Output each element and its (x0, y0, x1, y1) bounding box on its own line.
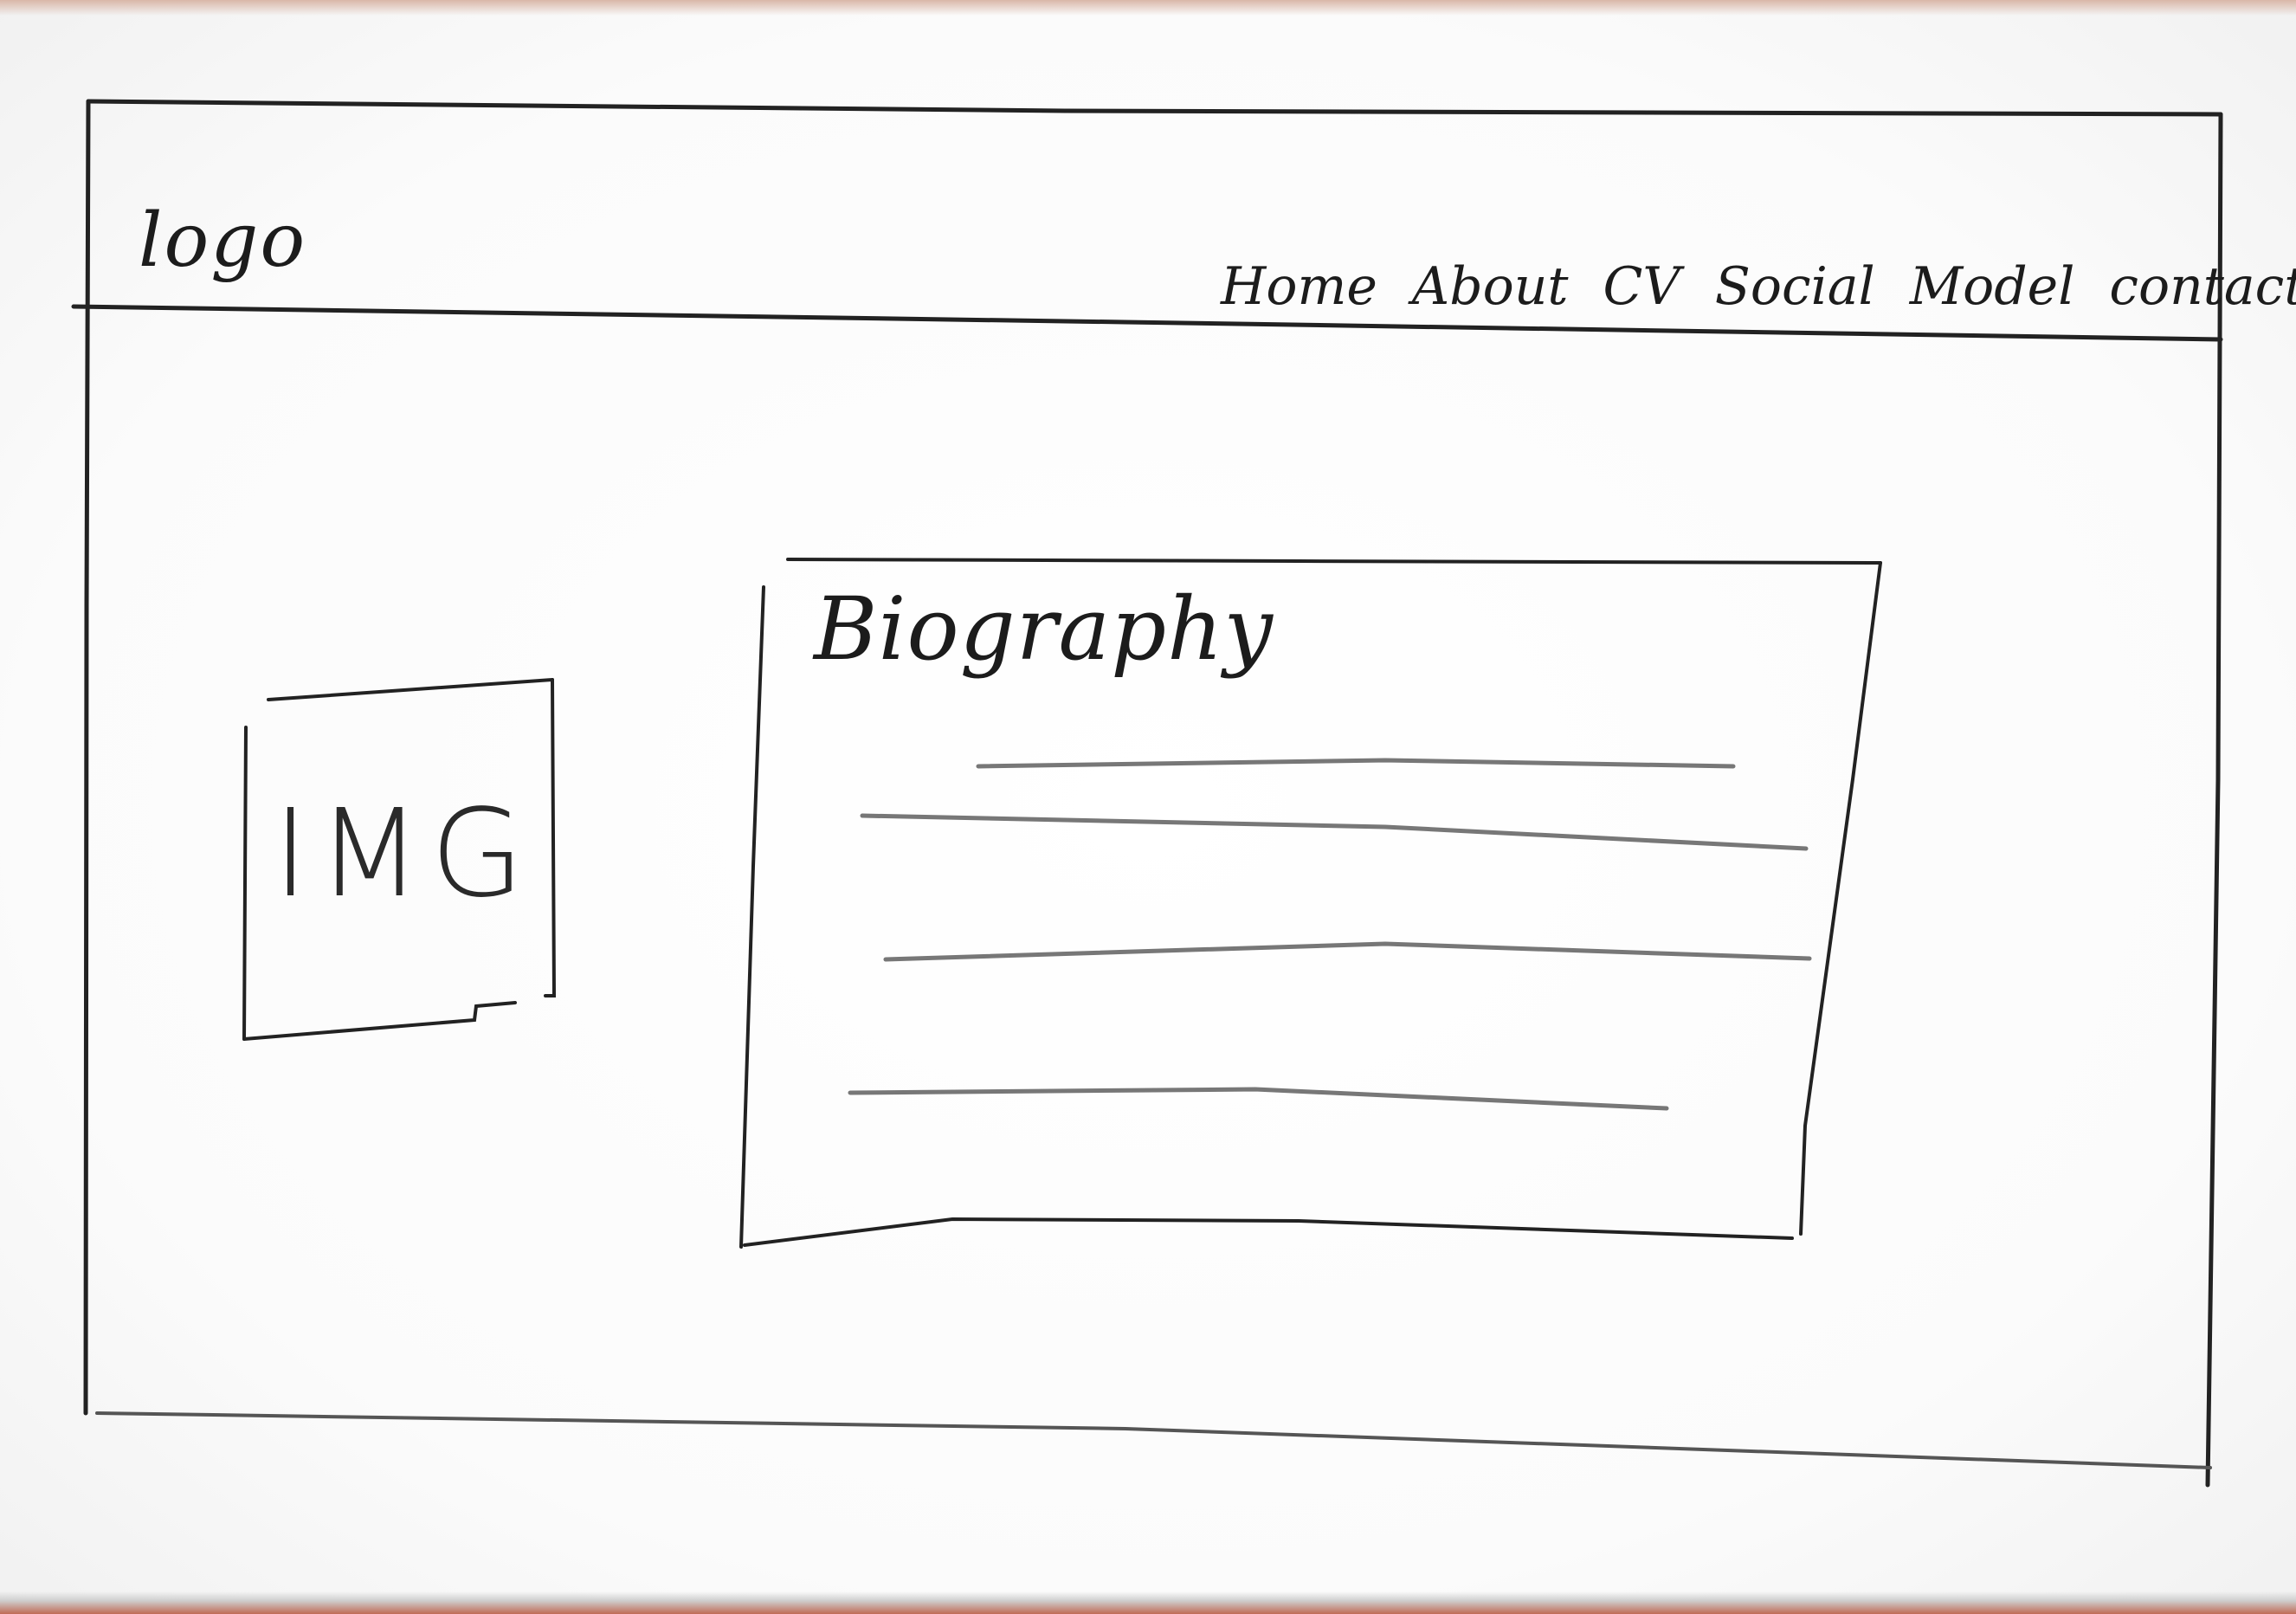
frame-left-border (83, 99, 91, 1416)
nav-item-home[interactable]: Home (1221, 256, 1377, 317)
biography-text-lines (848, 758, 1812, 1111)
nav-item-about[interactable]: About (1412, 256, 1569, 317)
biography-title: Biography (814, 578, 1274, 680)
image-placeholder-label: IMG (273, 784, 533, 925)
nav-item-social[interactable]: Social (1715, 256, 1875, 317)
frame-top-border (86, 99, 2223, 117)
frame-right-border (2205, 112, 2223, 1488)
nav-item-contact[interactable]: contact (2109, 256, 2296, 317)
bio-line-3 (883, 941, 1812, 962)
nav-item-model[interactable]: Model (1910, 256, 2075, 317)
bio-line-2 (860, 813, 1809, 851)
frame-bottom-border (95, 1411, 2212, 1469)
logo-placeholder[interactable]: logo (139, 197, 306, 284)
nav-item-cv[interactable]: CV (1603, 256, 1680, 317)
bio-line-4 (848, 1087, 1669, 1111)
main-navigation: Home About CV Social Model contact (1221, 256, 2296, 317)
bio-line-1 (976, 758, 1736, 769)
